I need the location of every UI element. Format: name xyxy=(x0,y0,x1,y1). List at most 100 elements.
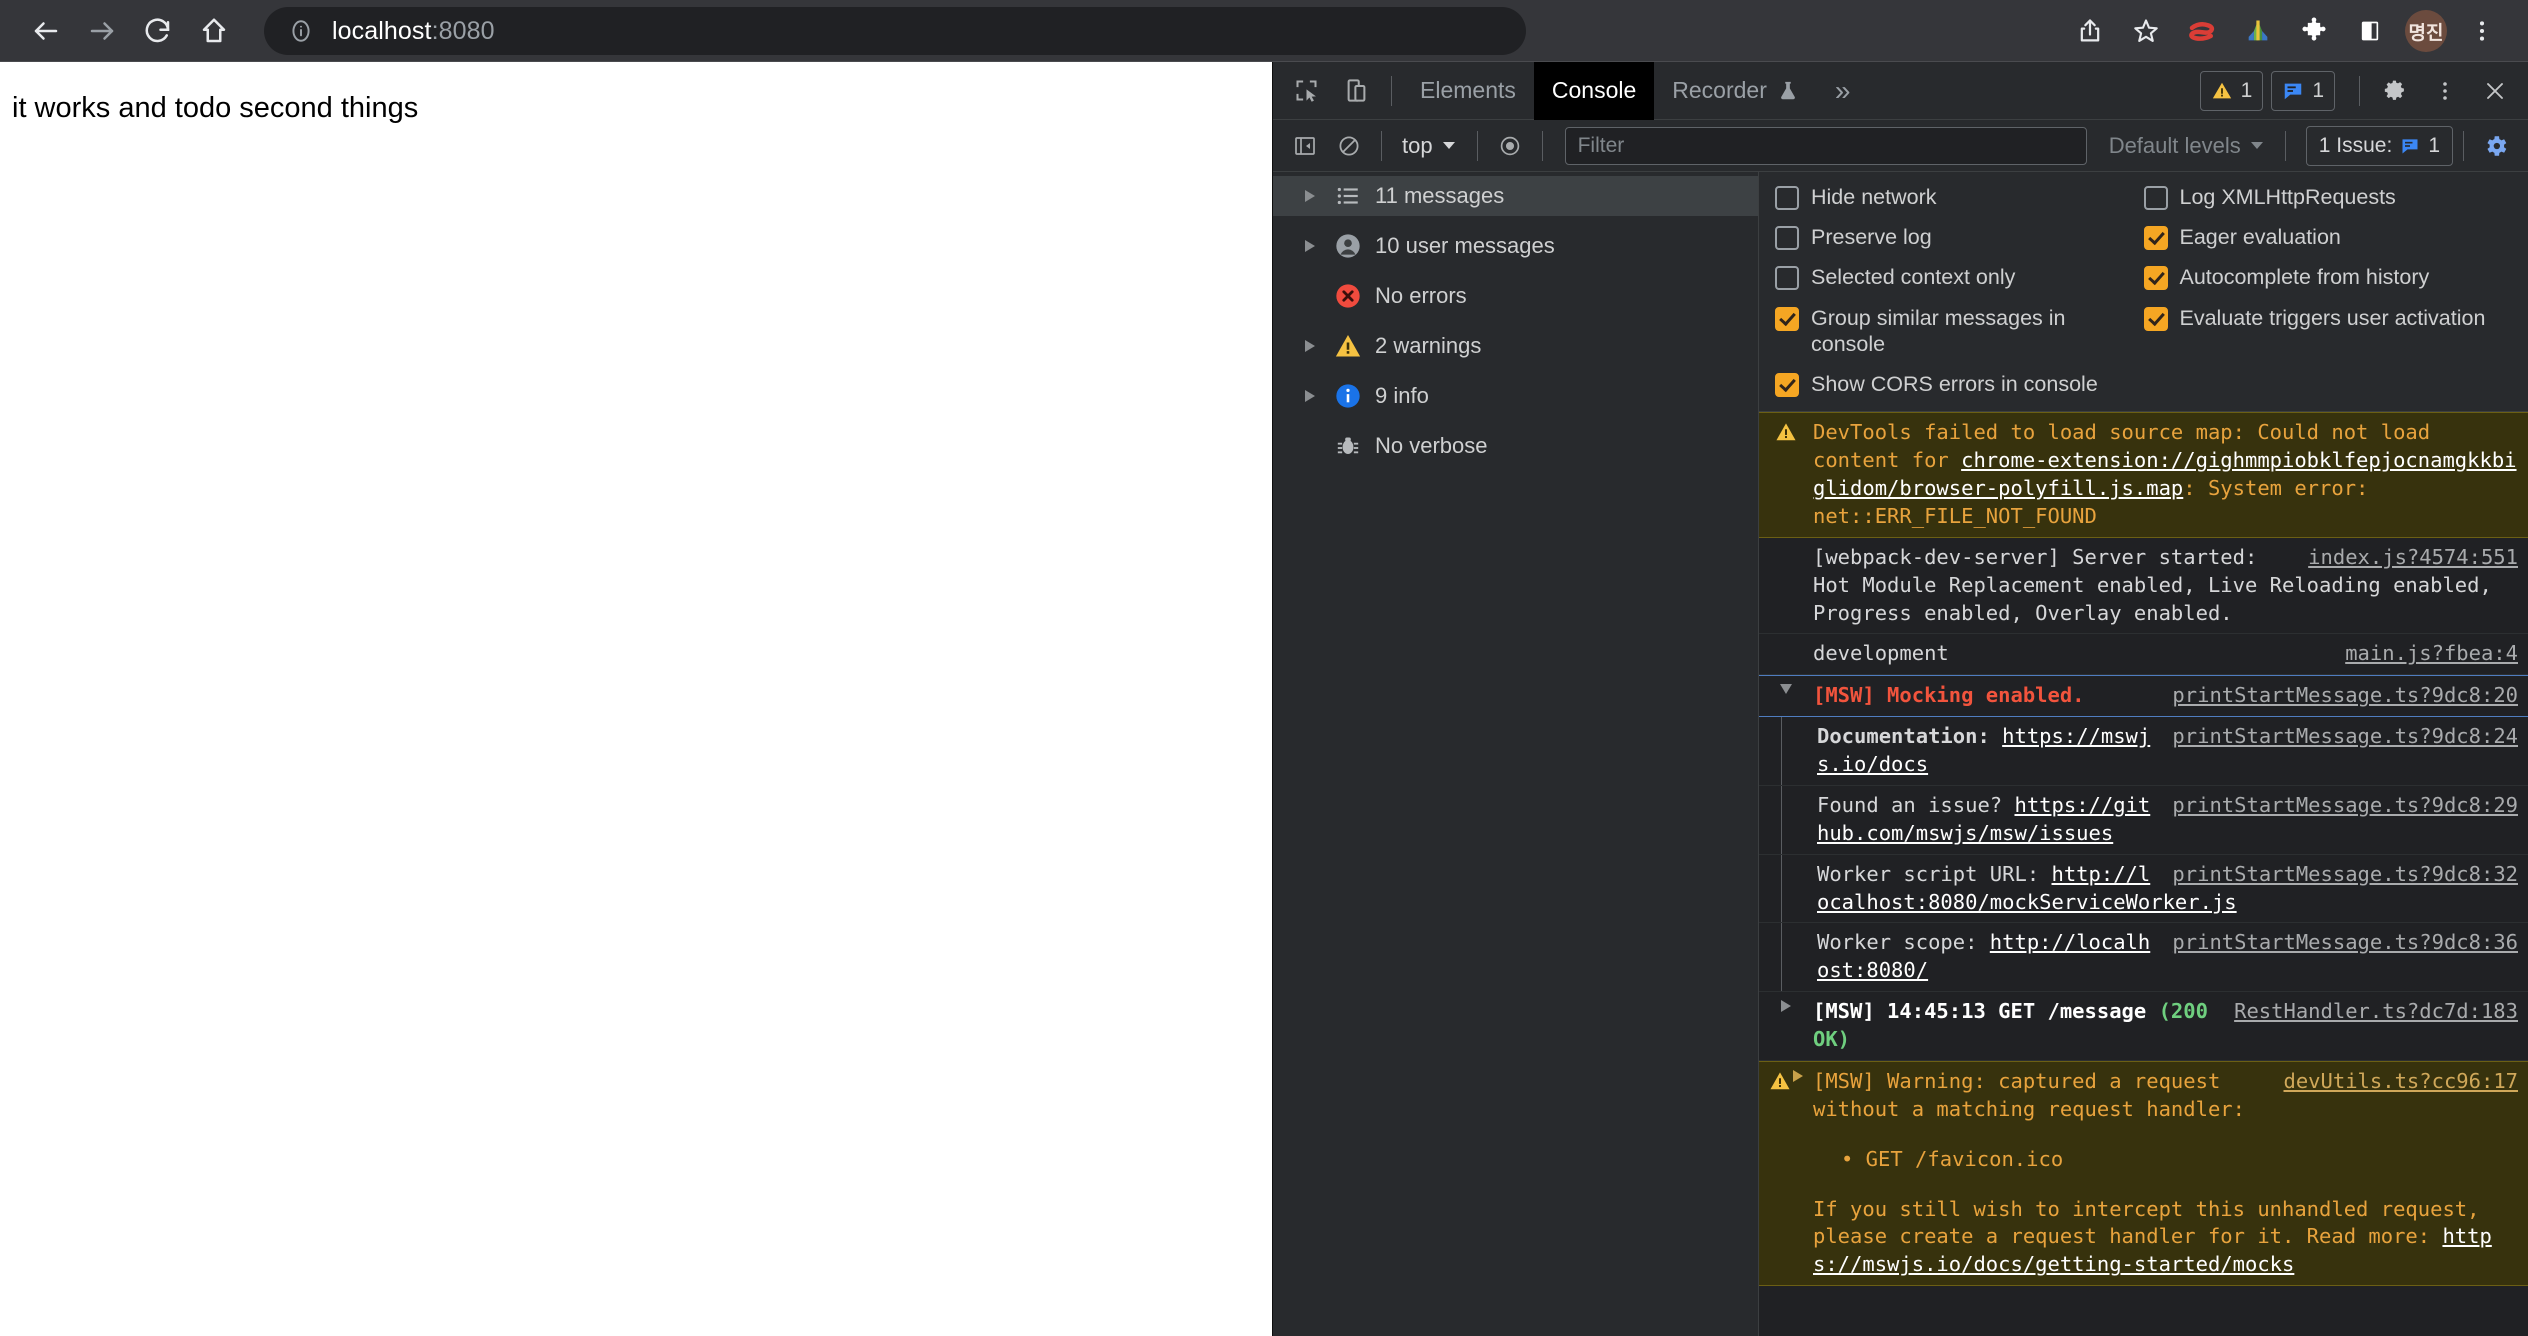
info-circle-icon[interactable] xyxy=(286,16,316,46)
devtools-more-icon[interactable] xyxy=(2420,66,2470,116)
chevron-down-icon[interactable] xyxy=(1780,684,1792,695)
console-sidebar-toggle-icon[interactable] xyxy=(1283,124,1327,168)
source-anchor[interactable]: RestHandler.ts?dc7d:183 xyxy=(2234,998,2518,1026)
issues-badge[interactable]: 1 Issue: 1 xyxy=(2305,125,2453,166)
checkbox[interactable] xyxy=(1775,306,1799,331)
console-message-msw-documentation[interactable]: printStartMessage.ts?9dc8:24 Documentati… xyxy=(1759,717,2528,786)
inspect-element-icon[interactable] xyxy=(1281,66,1331,116)
warning-icon xyxy=(2212,82,2231,98)
message-content: printStartMessage.ts?9dc8:20 [MSW] Mocki… xyxy=(1813,682,2518,710)
colorful-extension-icon[interactable] xyxy=(2230,3,2286,59)
setting-hide-network[interactable]: Hide network xyxy=(1775,184,2144,210)
source-anchor[interactable]: printStartMessage.ts?9dc8:29 xyxy=(2172,792,2518,820)
tab-console[interactable]: Console xyxy=(1533,61,1655,120)
back-button[interactable] xyxy=(18,3,74,59)
sidebar-item-messages[interactable]: 11 messages xyxy=(1273,176,1758,216)
setting-show-cors-errors[interactable]: Show CORS errors in console xyxy=(1775,371,2144,398)
source-anchor[interactable]: printStartMessage.ts?9dc8:32 xyxy=(2172,861,2518,889)
message-text: Found an issue? xyxy=(1817,792,2015,817)
setting-autocomplete-from-history[interactable]: Autocomplete from history xyxy=(2143,264,2513,291)
chevron-right-icon[interactable] xyxy=(1293,340,1327,352)
message-text: Worker script URL: xyxy=(1817,861,2052,886)
message-gutter xyxy=(1759,682,1813,710)
devtools-tab-bar-right: 1 1 xyxy=(2199,66,2528,116)
device-toolbar-icon[interactable] xyxy=(1331,66,1381,116)
checkbox[interactable] xyxy=(2143,266,2168,291)
info-icon xyxy=(1327,382,1369,410)
tab-recorder-label: Recorder xyxy=(1672,77,1767,103)
console-message-webpack[interactable]: index.js?4574:551 [webpack-dev-server] S… xyxy=(1759,538,2528,635)
sidebar-item-errors[interactable]: No errors xyxy=(1273,276,1758,316)
source-anchor[interactable]: main.js?fbea:4 xyxy=(2345,640,2518,668)
source-anchor[interactable]: devUtils.ts?cc96:17 xyxy=(2284,1068,2519,1096)
message-content: DevTools failed to load source map: Coul… xyxy=(1813,419,2518,531)
source-anchor[interactable]: printStartMessage.ts?9dc8:24 xyxy=(2172,723,2518,751)
address-bar[interactable]: localhost:8080 xyxy=(264,7,1526,55)
setting-preserve-log[interactable]: Preserve log xyxy=(1775,224,2144,251)
checkbox[interactable] xyxy=(2143,226,2168,251)
warning-count-badge[interactable]: 1 xyxy=(2199,70,2264,111)
divider xyxy=(1476,130,1478,161)
chevron-right-icon[interactable] xyxy=(1293,240,1327,252)
console-message-msw-get-message[interactable]: [MSW] 14:45:13 GET /message RestHandler.… xyxy=(1759,992,2528,1061)
setting-selected-context-only[interactable]: Selected context only xyxy=(1775,264,2144,291)
console-message-development[interactable]: main.js?fbea:4 development xyxy=(1759,634,2528,676)
tab-recorder[interactable]: Recorder xyxy=(1654,62,1817,120)
sidebar-item-warnings[interactable]: 2 warnings xyxy=(1273,326,1758,366)
sidebar-item-user-messages[interactable]: 10 user messages xyxy=(1273,226,1758,266)
sidebar-item-info[interactable]: 9 info xyxy=(1273,376,1758,416)
execution-context-selector[interactable]: top xyxy=(1392,126,1467,166)
checkbox[interactable] xyxy=(1775,266,1799,291)
tab-overflow-button[interactable]: » xyxy=(1817,62,1869,120)
setting-label: Selected context only xyxy=(1811,265,2016,290)
eye-icon[interactable] xyxy=(1488,124,1532,168)
reload-button[interactable] xyxy=(130,3,186,59)
tab-elements[interactable]: Elements xyxy=(1402,62,1534,120)
setting-group-similar-messages[interactable]: Group similar messages in console xyxy=(1775,305,2144,357)
checkbox[interactable] xyxy=(2143,186,2168,210)
puzzle-extensions-icon[interactable] xyxy=(2286,3,2342,59)
side-panel-icon[interactable] xyxy=(2342,3,2398,59)
chevron-right-icon[interactable] xyxy=(1293,390,1327,402)
checkbox[interactable] xyxy=(1775,186,1799,210)
console-message-msw-mocking-enabled[interactable]: printStartMessage.ts?9dc8:20 [MSW] Mocki… xyxy=(1759,675,2528,718)
setting-eager-evaluation[interactable]: Eager evaluation xyxy=(2143,224,2513,251)
home-button[interactable] xyxy=(186,3,242,59)
search-input[interactable] xyxy=(1564,126,2087,165)
console-message-msw-worker-script-url[interactable]: printStartMessage.ts?9dc8:32 Worker scri… xyxy=(1759,854,2528,924)
console-settings-gear-icon[interactable] xyxy=(2474,124,2518,168)
message-gutter xyxy=(1759,544,1813,628)
checkbox[interactable] xyxy=(1775,373,1799,398)
expressvpn-extension-icon[interactable] xyxy=(2174,3,2230,59)
issue-count-badge[interactable]: 1 xyxy=(2271,70,2335,111)
avatar[interactable]: 명진 xyxy=(2405,10,2447,52)
setting-evaluate-triggers-user-activation[interactable]: Evaluate triggers user activation xyxy=(2143,305,2513,331)
console-message-msw-warning[interactable]: devUtils.ts?cc96:17 [MSW] Warning: captu… xyxy=(1759,1060,2528,1287)
forward-button[interactable] xyxy=(74,3,130,59)
source-anchor[interactable]: printStartMessage.ts?9dc8:36 xyxy=(2172,929,2518,957)
sidebar-item-verbose[interactable]: No verbose xyxy=(1273,426,1758,466)
console-message-sourcemap-warning[interactable]: DevTools failed to load source map: Coul… xyxy=(1759,412,2528,538)
setting-log-xmlhttprequests[interactable]: Log XMLHttpRequests xyxy=(2143,184,2513,210)
source-anchor[interactable]: printStartMessage.ts?9dc8:20 xyxy=(2172,682,2518,710)
share-icon[interactable] xyxy=(2062,3,2118,59)
chevron-right-icon[interactable] xyxy=(1781,1000,1791,1013)
source-anchor[interactable]: index.js?4574:551 xyxy=(2308,544,2518,572)
console-message-msw-worker-scope[interactable]: printStartMessage.ts?9dc8:36 Worker scop… xyxy=(1759,923,2528,993)
warning-icon xyxy=(1770,1072,1790,1090)
clear-console-icon[interactable] xyxy=(1327,124,1371,168)
warning-icon xyxy=(1327,332,1369,360)
gear-icon[interactable] xyxy=(2370,66,2420,116)
log-levels-selector[interactable]: Default levels xyxy=(2099,133,2275,159)
kebab-menu-icon[interactable] xyxy=(2454,3,2510,59)
checkbox[interactable] xyxy=(1775,226,1799,251)
chevron-right-icon[interactable] xyxy=(1793,1069,1803,1082)
log-levels-label: Default levels xyxy=(2108,132,2241,158)
message-content: devUtils.ts?cc96:17 [MSW] Warning: captu… xyxy=(1813,1068,2518,1279)
close-icon[interactable] xyxy=(2470,66,2520,116)
chevron-right-icon[interactable] xyxy=(1293,190,1327,202)
bookmark-star-icon[interactable] xyxy=(2118,3,2174,59)
checkbox[interactable] xyxy=(2143,306,2168,331)
console-message-msw-found-an-issue[interactable]: printStartMessage.ts?9dc8:29 Found an is… xyxy=(1759,785,2528,855)
setting-label: Hide network xyxy=(1811,185,1937,209)
